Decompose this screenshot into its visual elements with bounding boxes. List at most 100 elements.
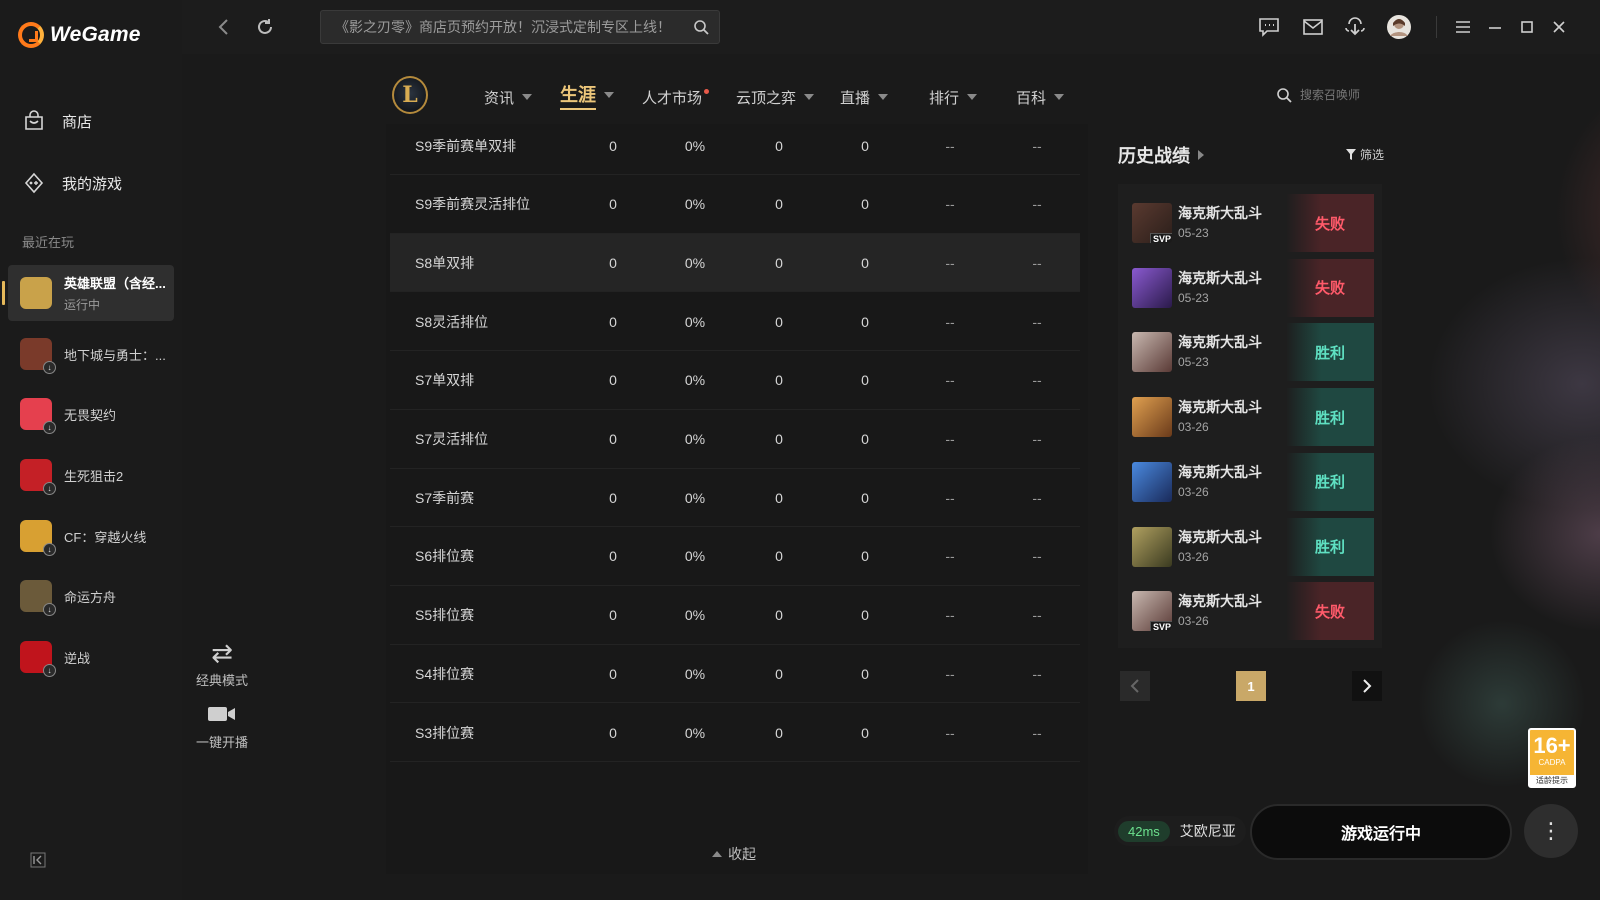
sidebar-item-my-games-label: 我的游戏 (62, 175, 123, 193)
wegame-logo[interactable]: WeGame (18, 22, 141, 48)
table-row[interactable]: S7季前赛 0 0% 0 0 -- -- (390, 469, 1080, 528)
lol-tab-5[interactable]: 排行 (929, 84, 978, 110)
table-cell: 0 (861, 196, 869, 213)
user-avatar[interactable] (1386, 14, 1412, 40)
table-cell: -- (945, 665, 955, 682)
table-row[interactable]: S4排位赛 0 0% 0 0 -- -- (390, 645, 1080, 704)
table-cell: 0 (775, 254, 783, 271)
table-cell: 0 (861, 607, 869, 624)
download-manager-icon[interactable] (1342, 14, 1368, 40)
prev-page-button[interactable] (1120, 671, 1150, 701)
lol-tab-4[interactable]: 直播 (840, 84, 889, 110)
lol-tab-label: 云顶之弈 (736, 89, 797, 107)
match-date: 05-23 (1178, 355, 1209, 370)
back-icon[interactable] (210, 14, 236, 40)
table-cell: 0 (861, 313, 869, 330)
recent-game-item[interactable]: 英雄联盟（含经... 运行中 (2, 265, 174, 321)
table-cell: 0 (775, 548, 783, 565)
page-number-button[interactable]: 1 (1236, 671, 1266, 701)
table-row[interactable]: S9季前赛灵活排位 0 0% 0 0 -- -- (390, 176, 1080, 234)
match-history-item[interactable]: 海克斯大乱斗 03-26 胜利 (1126, 388, 1374, 447)
table-cell: -- (1032, 431, 1042, 447)
collapse-sidebar-icon[interactable] (30, 852, 46, 868)
download-badge-icon: ↓ (43, 482, 56, 495)
lol-tab-3[interactable]: 云顶之弈 (736, 84, 815, 110)
table-row[interactable]: S5排位赛 0 0% 0 0 -- -- (390, 587, 1080, 645)
match-history-item[interactable]: 海克斯大乱斗 05-23 胜利 (1126, 323, 1374, 382)
table-cell: 0% (684, 313, 706, 330)
store-search-input[interactable]: 《影之刃零》商店页预约开放！沉浸式定制专区上线！ (320, 10, 720, 44)
lol-tab-6[interactable]: 百科 (1016, 84, 1065, 110)
match-result: 胜利 (1286, 388, 1374, 447)
menu-icon[interactable] (1450, 14, 1476, 40)
table-row[interactable]: S8单双排 0 0% 0 0 -- -- (390, 234, 1080, 293)
search-icon[interactable] (693, 19, 709, 38)
recent-game-item[interactable]: ↓ 生死狙击2 (8, 447, 174, 503)
recent-game-item[interactable]: ↓ 命运方舟 (8, 568, 174, 624)
league-of-legends-logo[interactable]: L (392, 76, 428, 114)
table-cell: 0% (684, 489, 706, 506)
table-row[interactable]: S6排位赛 0 0% 0 0 -- -- (390, 528, 1080, 586)
table-row[interactable]: S7灵活排位 0 0% 0 0 -- -- (390, 411, 1080, 469)
filter-button[interactable]: 筛选 (1346, 146, 1384, 163)
age-rating-tip: 适龄提示 (1530, 775, 1574, 786)
table-row[interactable]: S8灵活排位 0 0% 0 0 -- -- (390, 293, 1080, 352)
table-cell: S7单双排 (415, 372, 475, 389)
table-cell: 0 (861, 548, 869, 565)
topbar-divider (1436, 16, 1437, 38)
champion-portrait: SVP (1132, 203, 1172, 243)
table-row[interactable]: S3排位赛 0 0% 0 0 -- -- (390, 704, 1080, 762)
classic-mode-button[interactable]: ⇄ 经典模式 (182, 640, 262, 689)
mail-icon[interactable] (1300, 14, 1326, 40)
match-history-item[interactable]: 海克斯大乱斗 03-26 胜利 (1126, 517, 1374, 576)
table-row[interactable]: S7单双排 0 0% 0 0 -- -- (390, 352, 1080, 410)
table-row[interactable]: S9季前赛单双排 0 0% 0 0 -- -- (390, 117, 1080, 175)
sidebar-item-my-games[interactable]: 我的游戏 (22, 168, 172, 198)
server-ping-selector[interactable]: 42ms 艾欧尼亚 (1114, 816, 1246, 846)
match-result: 失败 (1286, 194, 1374, 252)
match-history-item[interactable]: 海克斯大乱斗 03-26 胜利 (1126, 452, 1374, 511)
lol-tab-0[interactable]: 资讯 (484, 84, 533, 110)
match-history-item[interactable]: SVP 海克斯大乱斗 03-26 失败 (1126, 582, 1374, 641)
match-history-item[interactable]: SVP 海克斯大乱斗 05-23 失败 (1126, 194, 1374, 252)
one-click-stream-button[interactable]: 一键开播 (182, 702, 262, 751)
recent-game-text: 英雄联盟（含经... 运行中 (64, 273, 166, 313)
table-cell: S8灵活排位 (415, 313, 489, 330)
recent-game-text: 逆战 (64, 648, 90, 667)
more-options-button[interactable]: ⋮ (1524, 804, 1578, 858)
refresh-icon[interactable] (252, 14, 278, 40)
close-icon[interactable] (1546, 14, 1572, 40)
sidebar-item-shop[interactable]: 商店 (22, 106, 172, 136)
chat-icon[interactable] (1256, 14, 1282, 40)
recent-game-item[interactable]: ↓ 地下城与勇士：... (8, 326, 174, 382)
match-history-item[interactable]: 海克斯大乱斗 05-23 失败 (1126, 258, 1374, 317)
table-cell: 0 (775, 489, 783, 506)
maximize-icon[interactable] (1514, 14, 1540, 40)
minimize-icon[interactable] (1482, 14, 1508, 40)
table-cell: -- (1032, 313, 1042, 330)
age-rating-value: 16+ (1533, 733, 1571, 758)
summoner-search-input[interactable]: 搜索召唤师 (1276, 86, 1360, 103)
champion-portrait (1132, 397, 1172, 438)
match-history-title[interactable]: 历史战绩 (1118, 142, 1204, 168)
lol-tab-label: 排行 (929, 89, 960, 107)
match-result: 胜利 (1286, 452, 1374, 511)
recent-game-name: 逆战 (64, 650, 91, 666)
recent-game-item[interactable]: ↓ 无畏契约 (8, 386, 174, 442)
table-cell: -- (1032, 724, 1042, 741)
sniper-icon: ↓ (20, 459, 56, 495)
recent-game-text: 命运方舟 (64, 587, 116, 606)
recent-game-name: 地下城与勇士：... (64, 347, 166, 363)
league-of-legends-icon (20, 277, 52, 309)
lol-tab-1[interactable]: 生涯 (560, 82, 614, 110)
filter-label: 筛选 (1360, 148, 1385, 162)
collapse-table-button[interactable]: 收起 (712, 844, 756, 864)
table-cell: -- (945, 489, 955, 506)
next-page-button[interactable] (1352, 671, 1382, 701)
recent-game-item[interactable]: ↓ CF：穿越火线 (8, 508, 174, 564)
chevron-down-icon (804, 94, 815, 100)
recent-game-item[interactable]: ↓ 逆战 (8, 629, 174, 685)
table-cell: -- (945, 254, 955, 271)
lol-tab-2[interactable]: 人才市场 (642, 84, 710, 110)
game-running-button[interactable]: 游戏运行中 (1250, 804, 1512, 860)
